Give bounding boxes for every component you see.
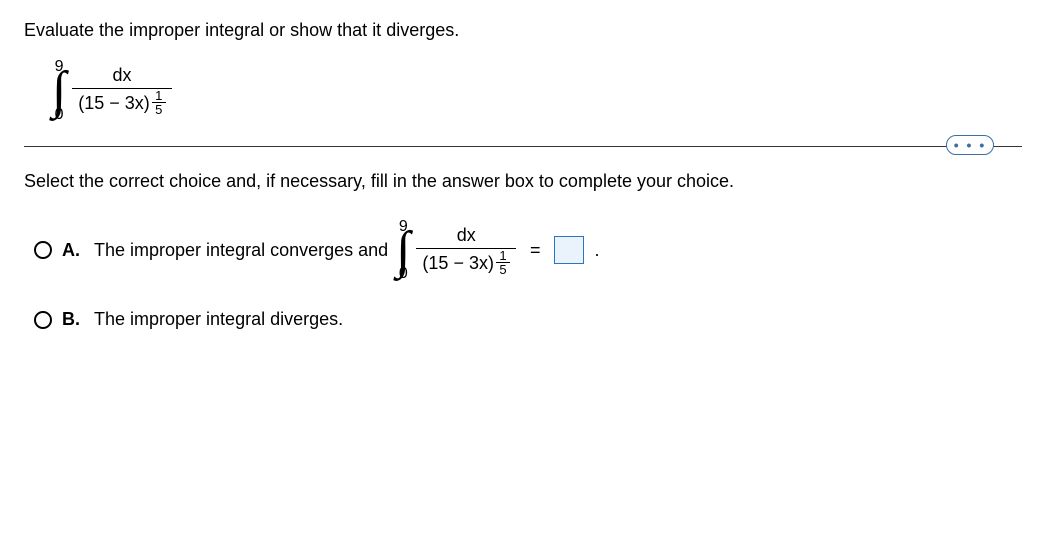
answer-input[interactable] — [554, 236, 584, 264]
equals-sign: = — [530, 240, 541, 261]
integral-lower-limit: 0 — [55, 106, 64, 124]
more-options-button[interactable]: • • • — [946, 135, 994, 155]
integral-expression: 9 ∫ 0 dx (15 − 3x) 1 5 — [52, 55, 1022, 124]
choice-a-period: . — [594, 240, 599, 261]
choice-a-label: A. — [62, 240, 84, 261]
integrand-fraction: dx (15 − 3x) 1 5 — [72, 65, 172, 116]
fraction-numerator: dx — [107, 65, 138, 88]
denominator-base: (15 − 3x) — [78, 93, 150, 114]
choice-a-text: The improper integral converges and — [94, 240, 388, 261]
choice-a-radio[interactable] — [34, 241, 52, 259]
choice-a-row: A. The improper integral converges and 9… — [34, 218, 1022, 284]
choice-b-row: B. The improper integral diverges. — [34, 309, 1022, 330]
denominator-exponent: 1 5 — [152, 89, 166, 116]
choice-b-text: The improper integral diverges. — [94, 309, 343, 330]
choice-b-label: B. — [62, 309, 84, 330]
choice-a-integral: 9 ∫ 0 dx (15 − 3x) 1 5 — [396, 218, 516, 284]
fraction-denominator: (15 − 3x) 1 5 — [72, 89, 172, 116]
integral-sign: 9 ∫ 0 — [52, 58, 66, 124]
choice-b-radio[interactable] — [34, 311, 52, 329]
question-prompt: Evaluate the improper integral or show t… — [24, 20, 1022, 41]
divider — [24, 146, 1022, 147]
instruction-text: Select the correct choice and, if necess… — [24, 171, 1022, 192]
